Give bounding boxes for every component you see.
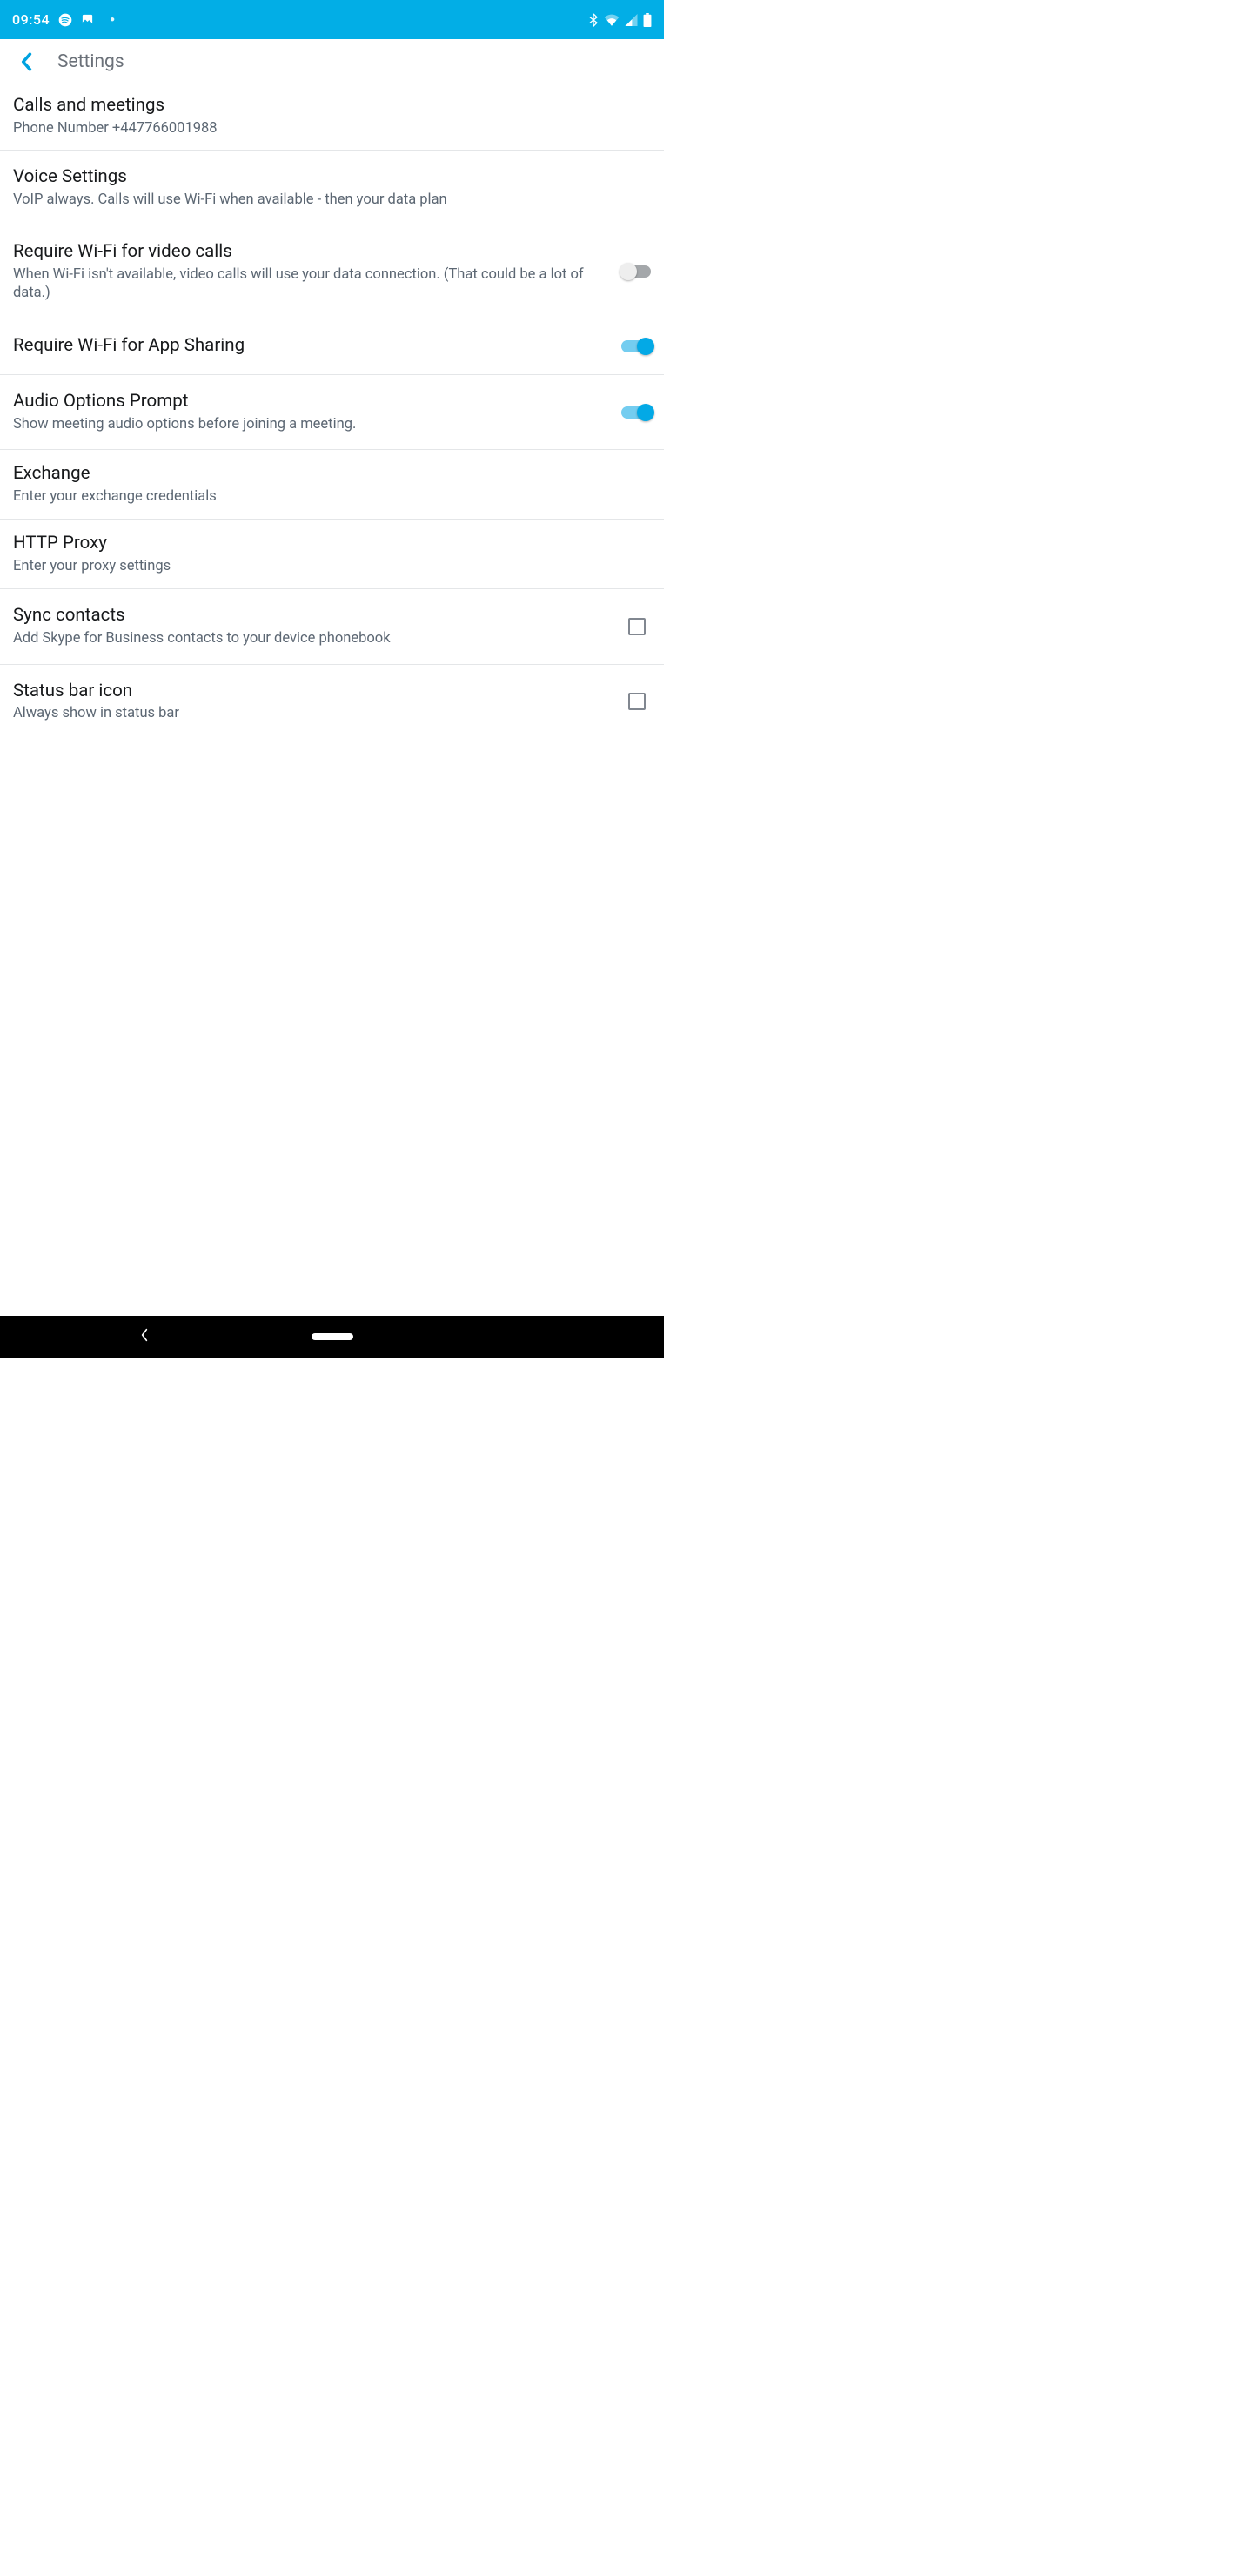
row-sub: Show meeting audio options before joinin… [13,415,609,433]
bluetooth-icon [588,13,599,27]
row-sub: Phone Number +447766001988 [13,119,639,138]
row-calls-meetings[interactable]: Calls and meetings Phone Number +4477660… [0,84,664,151]
row-sub: Enter your proxy settings [13,557,639,575]
toggle-wifi-sharing[interactable] [621,340,651,352]
page-title: Settings [57,51,124,72]
row-title: Calls and meetings [13,95,639,117]
spotify-icon [58,13,72,27]
row-title: Require Wi-Fi for App Sharing [13,335,609,358]
back-button[interactable] [10,46,42,77]
row-sync-contacts[interactable]: Sync contacts Add Skype for Business con… [0,589,664,664]
checkbox-status-bar-icon[interactable] [628,693,646,710]
app-bar: Settings [0,39,664,84]
toggle-audio-prompt[interactable] [621,406,651,419]
image-icon [81,13,94,26]
row-title: Voice Settings [13,166,639,189]
row-sub: VoIP always. Calls will use Wi-Fi when a… [13,191,639,209]
row-title: HTTP Proxy [13,533,639,555]
row-sub: Add Skype for Business contacts to your … [13,629,616,647]
android-status-bar: 09:54 ● [0,0,664,39]
row-status-bar-icon[interactable]: Status bar icon Always show in status ba… [0,665,664,741]
settings-list: Calls and meetings Phone Number +4477660… [0,84,664,1316]
nav-home-pill[interactable] [312,1333,353,1340]
row-voice-settings[interactable]: Voice Settings VoIP always. Calls will u… [0,151,664,225]
dot-icon: ● [110,15,115,24]
row-http-proxy[interactable]: HTTP Proxy Enter your proxy settings [0,520,664,589]
signal-icon [625,14,638,26]
row-wifi-video[interactable]: Require Wi-Fi for video calls When Wi-Fi… [0,225,664,319]
chevron-left-icon [20,52,32,71]
status-time: 09:54 [12,11,50,28]
checkbox-sync-contacts[interactable] [628,618,646,635]
android-nav-bar [0,1316,664,1358]
row-sub: When Wi-Fi isn't available, video calls … [13,265,609,303]
row-title: Audio Options Prompt [13,391,609,413]
wifi-icon [604,14,620,26]
nav-back-button[interactable] [139,1328,150,1345]
row-wifi-sharing[interactable]: Require Wi-Fi for App Sharing [0,319,664,376]
toggle-wifi-video[interactable] [621,265,651,278]
row-title: Exchange [13,463,639,486]
row-title: Status bar icon [13,681,616,703]
row-exchange[interactable]: Exchange Enter your exchange credentials [0,450,664,520]
row-title: Require Wi-Fi for video calls [13,241,609,264]
row-audio-prompt[interactable]: Audio Options Prompt Show meeting audio … [0,375,664,450]
row-sub: Always show in status bar [13,704,616,722]
row-title: Sync contacts [13,605,616,627]
battery-icon [643,13,652,27]
row-sub: Enter your exchange credentials [13,487,639,506]
